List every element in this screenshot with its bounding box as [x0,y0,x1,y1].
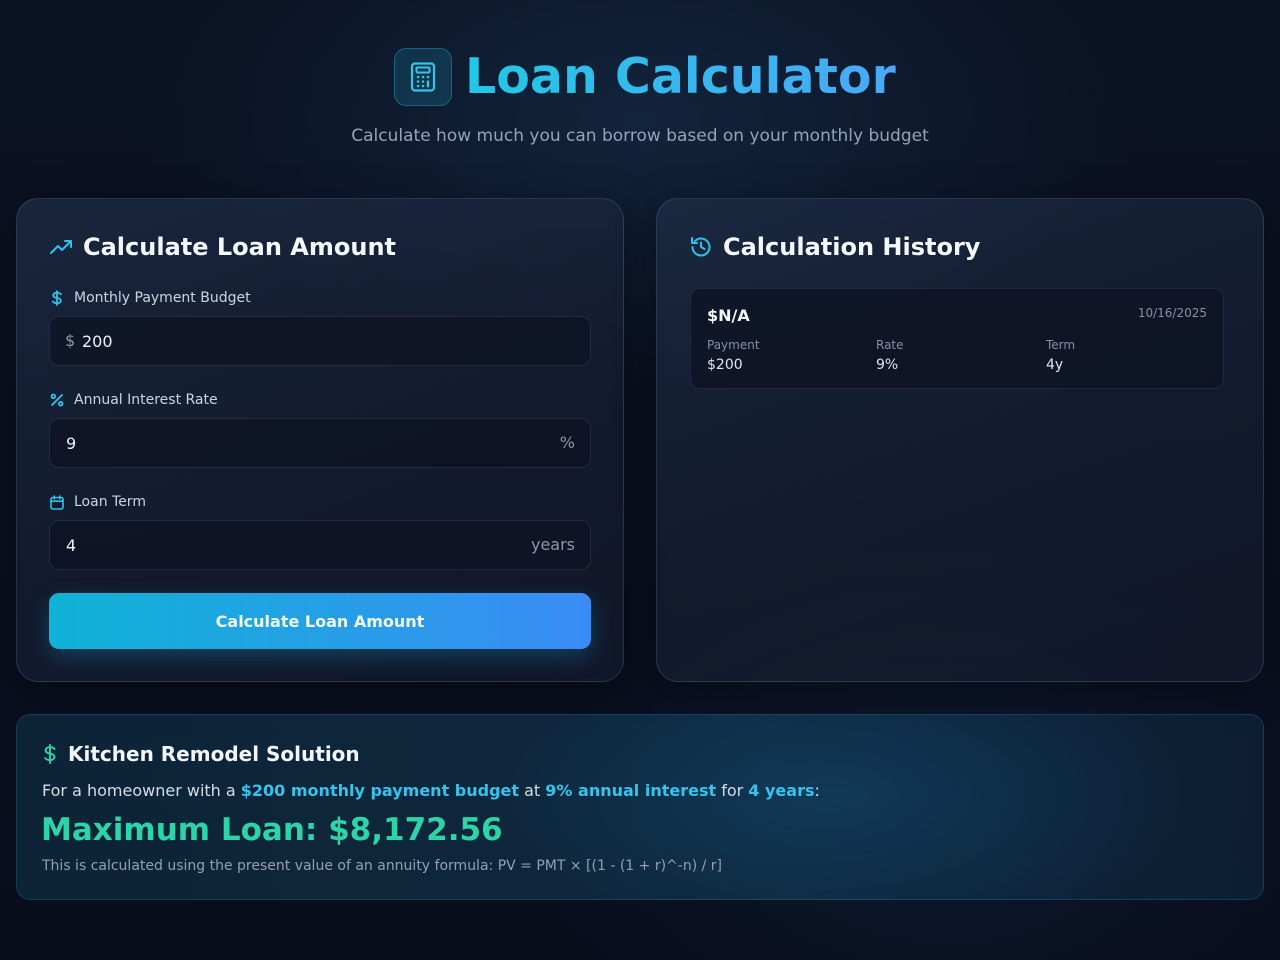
rate-input-wrapper: % [49,418,591,468]
history-icon [689,235,713,259]
term-label: Loan Term [50,493,146,511]
history-payment-value: $200 [707,357,743,373]
history-term-value: 4y [1046,357,1064,373]
rate-label: Annual Interest Rate [50,391,218,409]
solution-panel: Kitchen Remodel Solution For a homeowner… [16,714,1264,900]
term-input-wrapper: years [49,520,591,570]
term-label-text: Loan Term [74,494,146,510]
term-suffix: years [530,535,575,554]
history-card: Calculation History $N/A 10/16/2025 Paym… [656,198,1264,682]
solution-highlight-rate: 9% annual interest [545,781,717,800]
history-item-term: Term 4y [1046,337,1075,374]
solution-description: For a homeowner with a $200 monthly paym… [42,780,820,802]
dollar-icon [50,290,64,306]
page-subtitle: Calculate how much you can borrow based … [351,126,929,146]
payment-prefix: $ [65,331,76,350]
history-item[interactable]: $N/A 10/16/2025 Payment $200 Rate 9% Ter… [690,288,1224,389]
payment-label: Monthly Payment Budget [50,289,251,307]
solution-text-1: For a homeowner with a [42,781,241,800]
history-rate-value: 9% [876,357,899,373]
history-card-title: Calculation History [689,231,980,263]
history-payment-label: Payment [707,338,760,352]
payment-label-text: Monthly Payment Budget [74,290,251,306]
solution-title: Kitchen Remodel Solution [42,741,360,767]
history-rate-label: Rate [876,338,904,352]
rate-suffix: % [559,433,575,452]
solution-text-4: : [814,781,820,800]
rate-label-text: Annual Interest Rate [74,392,218,408]
page-title: Loan Calculator [465,46,896,108]
history-item-date: 10/16/2025 [1137,306,1207,320]
calendar-icon [50,494,64,510]
solution-text-2: at [519,781,546,800]
history-item-amount: $N/A [707,306,750,325]
app-header: Loan Calculator Calculate how much you c… [0,0,1280,170]
history-term-label: Term [1046,338,1076,352]
payment-input[interactable] [82,317,562,365]
calculator-icon [410,62,436,92]
history-item-payment: Payment $200 [707,337,760,374]
payment-input-wrapper: $ [49,316,591,366]
calculator-card-title: Calculate Loan Amount [49,231,396,263]
solution-highlight-term: 4 years [748,781,815,800]
calculate-loan-button[interactable]: Calculate Loan Amount [49,593,591,649]
solution-highlight-payment: $200 monthly payment budget [240,781,520,800]
formula-note: This is calculated using the present val… [42,858,723,874]
calculator-card: Calculate Loan Amount Monthly Payment Bu… [16,198,624,682]
dollar-icon [42,744,58,764]
term-input[interactable] [66,521,506,569]
percent-icon [50,392,64,408]
solution-text-3: for [716,781,749,800]
rate-input[interactable] [66,419,536,467]
calculator-title-text: Calculate Loan Amount [83,233,397,261]
solution-title-text: Kitchen Remodel Solution [68,742,360,766]
history-title-text: Calculation History [723,233,981,261]
maximum-loan-result: Maximum Loan: $8,172.56 [41,812,503,848]
history-item-rate: Rate 9% [876,337,904,374]
logo-badge [394,48,452,106]
trending-up-icon [49,235,73,259]
